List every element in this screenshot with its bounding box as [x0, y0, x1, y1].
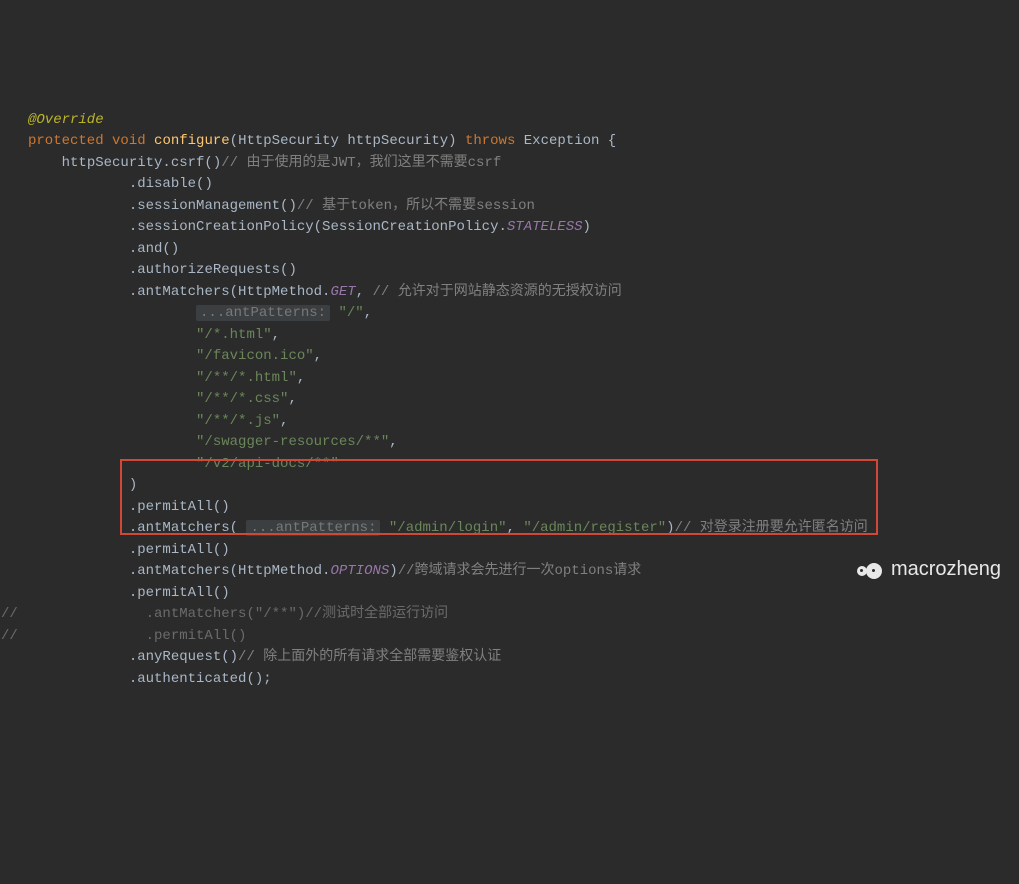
string: "/swagger-resources/**": [196, 434, 389, 450]
const: OPTIONS: [330, 563, 389, 579]
call: .sessionCreationPolicy(SessionCreationPo…: [129, 219, 507, 235]
comment: // 基于token，所以不需要session: [297, 198, 535, 214]
comment: // 除上面外的所有请求全部需要鉴权认证: [238, 649, 501, 665]
paren: ): [666, 520, 674, 536]
call: .anyRequest(): [129, 649, 238, 665]
call: .and(): [129, 241, 179, 257]
comment: // 由于使用的是JWT，我们这里不需要csrf: [221, 155, 501, 171]
call: .sessionManagement(): [129, 198, 297, 214]
string: "/admin/register": [523, 520, 666, 536]
string: "/**/*.html": [196, 370, 297, 386]
param-name: httpSecurity: [347, 133, 448, 149]
string: "/favicon.ico": [196, 348, 314, 364]
annotation: @Override: [28, 112, 104, 128]
string: "/**/*.css": [196, 391, 288, 407]
comma: ,: [356, 284, 373, 300]
comment: // 允许对于网站静态资源的无授权访问: [373, 284, 622, 300]
wechat-icon: [855, 556, 883, 584]
call: .permitAll(): [129, 499, 230, 515]
string: "/admin/login": [389, 520, 507, 536]
string: "/*.html": [196, 327, 272, 343]
watermark-text: macrozheng: [891, 559, 1001, 581]
kw-void: void: [112, 133, 146, 149]
string: "/v2/api-docs/**": [196, 456, 339, 472]
line-comment-marker: //: [1, 604, 18, 626]
method-name: configure: [154, 133, 230, 149]
brace: {: [599, 133, 616, 149]
exc-type: Exception: [524, 133, 600, 149]
string: "/**/*.js": [196, 413, 280, 429]
string: "/": [338, 305, 363, 321]
commented-line: .permitAll(): [146, 628, 247, 644]
paren: ): [389, 563, 397, 579]
call: .authorizeRequests(): [129, 262, 297, 278]
call: .disable(): [129, 176, 213, 192]
paren: ): [129, 477, 137, 493]
const: STATELESS: [507, 219, 583, 235]
call: .permitAll(): [129, 542, 230, 558]
expr: httpSecurity.csrf(): [62, 155, 222, 171]
kw-throws: throws: [465, 133, 515, 149]
comment: // 对登录注册要允许匿名访问: [675, 520, 868, 536]
commented-line: .antMatchers("/**")//测试时全部运行访问: [146, 606, 448, 622]
comment: //跨域请求会先进行一次options请求: [398, 563, 642, 579]
call: .antMatchers(: [129, 520, 247, 536]
call: .authenticated();: [129, 671, 272, 687]
param-hint: ...antPatterns:: [196, 305, 330, 321]
watermark: macrozheng: [855, 556, 1001, 584]
kw-protected: protected: [28, 133, 104, 149]
line-comment-marker: //: [1, 626, 18, 648]
call: .antMatchers(HttpMethod.: [129, 284, 331, 300]
const: GET: [330, 284, 355, 300]
param-hint: ...antPatterns:: [246, 520, 380, 536]
paren: ): [583, 219, 591, 235]
param-type: HttpSecurity: [238, 133, 339, 149]
call: .antMatchers(HttpMethod.: [129, 563, 331, 579]
call: .permitAll(): [129, 585, 230, 601]
